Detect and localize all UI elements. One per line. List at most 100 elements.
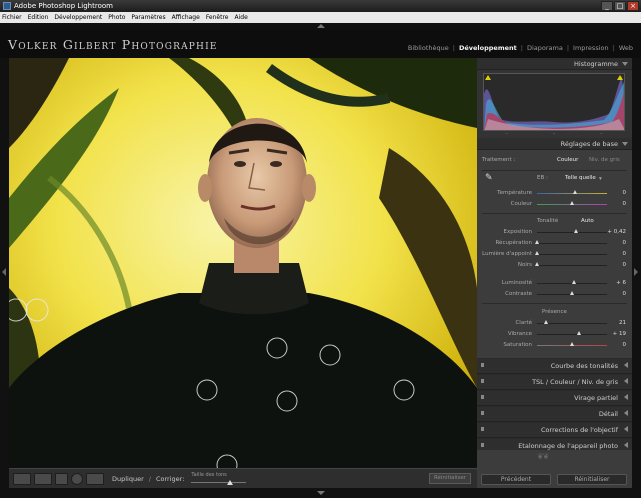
- slider-value[interactable]: 0: [623, 249, 627, 259]
- reset-button[interactable]: Réinitialiser: [557, 474, 627, 485]
- brush-size-slider[interactable]: Taille des tons: [191, 472, 251, 486]
- slider-knob[interactable]: [569, 201, 574, 205]
- right-panel-toggle[interactable]: [632, 58, 641, 488]
- menu-item-fenetre[interactable]: Fenêtre: [206, 12, 229, 23]
- treatment-grayscale-option[interactable]: Niv. de gris: [589, 155, 620, 165]
- slider-exposure[interactable]: Exposition + 0,42: [477, 227, 632, 237]
- slider-value[interactable]: + 0,42: [607, 227, 626, 237]
- slider-knob[interactable]: [573, 229, 578, 233]
- menu-item-developpement[interactable]: Développement: [54, 12, 102, 23]
- photo-canvas[interactable]: [9, 58, 477, 468]
- duplicate-label[interactable]: Dupliquer: [112, 475, 144, 483]
- module-impression[interactable]: Impression: [573, 44, 609, 52]
- slider-value[interactable]: + 19: [613, 329, 626, 339]
- panel-switch-icon[interactable]: [481, 395, 484, 399]
- slider-recovery[interactable]: Récupération 0: [477, 238, 632, 248]
- eyedropper-icon[interactable]: ✎: [485, 173, 493, 183]
- previous-button[interactable]: Précédent: [481, 474, 551, 485]
- panel-tone-curve[interactable]: Courbe des tonalités: [477, 358, 632, 374]
- module-web[interactable]: Web: [619, 44, 633, 52]
- minimize-button[interactable]: _: [601, 1, 613, 11]
- before-after-button[interactable]: [34, 472, 52, 485]
- histogram-header[interactable]: Histogramme: [477, 58, 632, 70]
- menu-item-affichage[interactable]: Affichage: [172, 12, 200, 23]
- slider-blacks[interactable]: Noirs 0: [477, 260, 632, 270]
- module-developpement[interactable]: Développement: [459, 44, 517, 52]
- slider-contrast[interactable]: Contraste 0: [477, 289, 632, 299]
- wb-preset-select[interactable]: Telle quelle: [565, 173, 596, 183]
- panel-switch-icon[interactable]: [481, 363, 484, 367]
- slider-value[interactable]: 0: [623, 238, 627, 248]
- slider-value[interactable]: 0: [623, 199, 627, 209]
- basic-panel-header[interactable]: Réglages de base: [477, 138, 632, 150]
- adjustment-brush-button[interactable]: [86, 472, 104, 485]
- close-button[interactable]: ×: [627, 1, 639, 11]
- crop-tool-button[interactable]: [55, 472, 68, 485]
- treatment-color-option[interactable]: Couleur: [557, 155, 578, 165]
- maximize-button[interactable]: □: [614, 1, 626, 11]
- slider-knob[interactable]: [572, 280, 577, 284]
- slider-temperature[interactable]: Température 0: [477, 188, 632, 198]
- slider-fill-light[interactable]: Lumière d'appoint 0: [477, 249, 632, 259]
- panel-switch-icon[interactable]: [481, 427, 484, 431]
- slider-value[interactable]: + 6: [616, 278, 626, 288]
- slider-tint[interactable]: Couleur 0: [477, 199, 632, 209]
- menu-item-aide[interactable]: Aide: [235, 12, 248, 23]
- slider-knob[interactable]: [543, 320, 548, 324]
- slider-track[interactable]: [537, 243, 607, 244]
- slider-track[interactable]: [537, 265, 607, 266]
- panel-split-toning[interactable]: Virage partiel: [477, 390, 632, 406]
- expand-left-icon: [2, 268, 6, 276]
- slider-label: Luminosité: [501, 280, 532, 286]
- slider-knob[interactable]: [534, 251, 539, 255]
- slider-track[interactable]: [537, 193, 607, 194]
- slider-track[interactable]: [537, 334, 607, 335]
- slider-value[interactable]: 21: [619, 318, 626, 328]
- module-bibliotheque[interactable]: Bibliothèque: [408, 44, 449, 52]
- slider-value[interactable]: 0: [623, 289, 627, 299]
- brush-size-track[interactable]: [191, 481, 247, 483]
- panel-switch-icon[interactable]: [481, 379, 484, 383]
- slider-clarity[interactable]: Clarté 21: [477, 318, 632, 328]
- panel-end-ornament-icon: ❦❦: [537, 452, 549, 461]
- shadow-clipping-warning-icon[interactable]: [485, 75, 491, 80]
- expand-right-icon: [634, 268, 638, 276]
- panel-hsl[interactable]: TSL / Couleur / Niv. de gris: [477, 374, 632, 390]
- menu-item-photo[interactable]: Photo: [108, 12, 125, 23]
- slider-track[interactable]: [537, 232, 607, 233]
- loupe-view-button[interactable]: [13, 472, 31, 485]
- top-panel-toggle[interactable]: [0, 23, 641, 30]
- slider-value[interactable]: 0: [623, 188, 627, 198]
- window-title: Adobe Photoshop Lightroom: [14, 2, 113, 10]
- panel-switch-icon[interactable]: [481, 443, 484, 447]
- auto-tone-button[interactable]: Auto: [581, 216, 594, 226]
- menu-item-parametres[interactable]: Paramètres: [131, 12, 165, 23]
- slider-knob[interactable]: [569, 342, 574, 346]
- slider-saturation[interactable]: Saturation 0: [477, 340, 632, 350]
- slider-knob[interactable]: [576, 331, 581, 335]
- panel-switch-icon[interactable]: [481, 411, 484, 415]
- filmstrip-toggle[interactable]: [0, 488, 641, 498]
- menu-item-edition[interactable]: Edition: [28, 12, 49, 23]
- slider-knob[interactable]: [534, 240, 539, 244]
- left-panel-toggle[interactable]: [0, 58, 9, 488]
- toolbar-reset-button[interactable]: Réinitialiser: [429, 473, 471, 484]
- chevron-down-icon: [622, 62, 628, 66]
- slider-value[interactable]: 0: [623, 260, 627, 270]
- panel-detail[interactable]: Détail: [477, 406, 632, 422]
- spot-removal-button[interactable]: [71, 472, 83, 485]
- slider-value[interactable]: 0: [623, 340, 627, 350]
- slider-knob[interactable]: [534, 262, 539, 266]
- slider-knob[interactable]: [569, 291, 574, 295]
- slider-track[interactable]: [537, 254, 607, 255]
- slider-knob[interactable]: [573, 190, 577, 194]
- module-diaporama[interactable]: Diaporama: [527, 44, 563, 52]
- brush-size-knob[interactable]: [227, 479, 234, 485]
- correct-label[interactable]: Corriger:: [156, 475, 184, 483]
- dropdown-arrow-icon[interactable]: ▾: [599, 174, 602, 184]
- panel-lens-corrections[interactable]: Corrections de l'objectif: [477, 422, 632, 438]
- menu-item-fichier[interactable]: Fichier: [2, 12, 22, 23]
- slider-brightness[interactable]: Luminosité + 6: [477, 278, 632, 288]
- highlight-clipping-warning-icon[interactable]: [617, 75, 623, 80]
- slider-vibrance[interactable]: Vibrance + 19: [477, 329, 632, 339]
